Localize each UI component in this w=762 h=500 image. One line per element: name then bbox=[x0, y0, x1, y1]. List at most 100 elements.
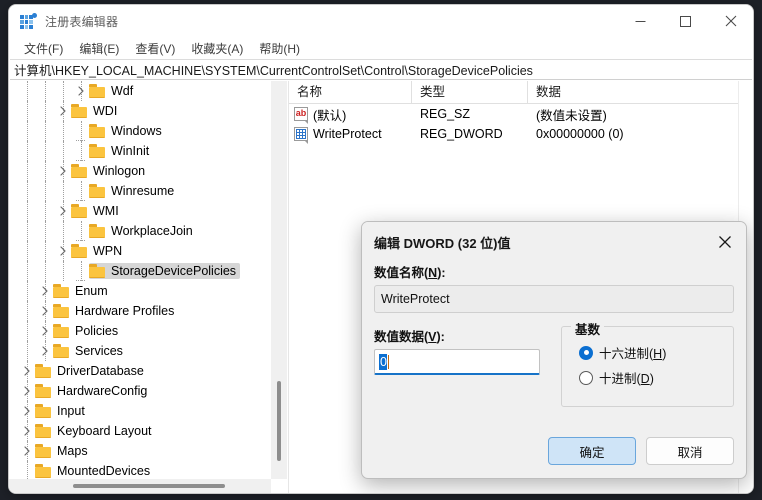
maximize-button[interactable] bbox=[663, 5, 708, 37]
address-bar[interactable]: 计算机\HKEY_LOCAL_MACHINE\SYSTEM\CurrentCon… bbox=[10, 59, 752, 80]
tree-horizontal-scrollbar-thumb[interactable] bbox=[73, 484, 225, 488]
tree-vertical-scrollbar-thumb[interactable] bbox=[277, 381, 281, 461]
value-row[interactable]: WriteProtect REG_DWORD 0x00000000 (0) bbox=[289, 124, 753, 144]
tree-guide-line bbox=[27, 281, 28, 301]
chevron-right-icon[interactable] bbox=[55, 243, 71, 259]
tree-guide-line bbox=[63, 121, 64, 141]
tree-guide-line bbox=[45, 261, 46, 281]
value-name-text: WriteProtect bbox=[381, 292, 450, 306]
tree-vertical-scrollbar[interactable] bbox=[271, 81, 287, 479]
menu-help[interactable]: 帮助(H) bbox=[251, 38, 308, 59]
tree-item-label-wrap[interactable]: Winresume bbox=[89, 183, 178, 199]
value-data-input[interactable]: 0 bbox=[374, 349, 540, 375]
tree-item-label-wrap[interactable]: DriverDatabase bbox=[35, 363, 148, 379]
tree-item-label-wrap[interactable]: WPN bbox=[71, 243, 126, 259]
tree-item-enum[interactable]: Enum bbox=[9, 281, 271, 301]
chevron-right-icon[interactable] bbox=[19, 363, 35, 379]
chevron-right-icon[interactable] bbox=[37, 343, 53, 359]
chevron-right-icon[interactable] bbox=[73, 83, 89, 99]
tree-guide-line bbox=[45, 101, 46, 121]
menu-file[interactable]: 文件(F) bbox=[16, 38, 71, 59]
chevron-right-icon[interactable] bbox=[19, 383, 35, 399]
tree-item-label-wrap[interactable]: MountedDevices bbox=[35, 463, 154, 479]
radio-decimal-label: 十进制(D) bbox=[599, 372, 654, 386]
tree-guide-line bbox=[27, 81, 28, 101]
chevron-right-icon[interactable] bbox=[55, 203, 71, 219]
tree-item-wdf[interactable]: Wdf bbox=[9, 81, 271, 101]
tree-item-winresume[interactable]: Winresume bbox=[9, 181, 271, 201]
folder-icon bbox=[35, 384, 52, 398]
tree-item-hardwareconfig[interactable]: HardwareConfig bbox=[9, 381, 271, 401]
tree-guide-line bbox=[45, 201, 46, 221]
chevron-right-icon[interactable] bbox=[19, 403, 35, 419]
tree-item-label-wrap[interactable]: WMI bbox=[71, 203, 123, 219]
tree-item-label-wrap[interactable]: WDI bbox=[71, 103, 121, 119]
tree-item-keyboard-layout[interactable]: Keyboard Layout bbox=[9, 421, 271, 441]
tree-item-storagedevicepolicies[interactable]: StorageDevicePolicies bbox=[9, 261, 271, 281]
base-radio-group: 基数 十六进制(H) 十进制(D) bbox=[561, 319, 734, 407]
radio-hexadecimal-indicator[interactable] bbox=[579, 345, 593, 360]
value-data-text: 0 bbox=[379, 353, 387, 370]
radio-decimal-indicator[interactable] bbox=[579, 370, 593, 385]
tree-item-label-wrap[interactable]: Hardware Profiles bbox=[53, 303, 178, 319]
tree-item-label-wrap[interactable]: Keyboard Layout bbox=[35, 423, 156, 439]
tree-item-wdi[interactable]: WDI bbox=[9, 101, 271, 121]
tree-item-windows[interactable]: Windows bbox=[9, 121, 271, 141]
tree-guide-line bbox=[45, 161, 46, 181]
chevron-right-icon[interactable] bbox=[37, 283, 53, 299]
tree-item-hardware-profiles[interactable]: Hardware Profiles bbox=[9, 301, 271, 321]
tree-item-maps[interactable]: Maps bbox=[9, 441, 271, 461]
folder-icon bbox=[35, 444, 52, 458]
chevron-right-icon[interactable] bbox=[55, 103, 71, 119]
tree-item-label-wrap[interactable]: WorkplaceJoin bbox=[89, 223, 197, 239]
tree-item-input[interactable]: Input bbox=[9, 401, 271, 421]
tree-item-label-wrap[interactable]: StorageDevicePolicies bbox=[89, 263, 241, 279]
tree-item-label: WPN bbox=[93, 244, 123, 258]
value-type-cell: REG_DWORD bbox=[420, 127, 503, 141]
ok-button[interactable]: 确定 bbox=[548, 437, 636, 465]
dialog-close-icon[interactable] bbox=[704, 222, 746, 262]
chevron-right-icon[interactable] bbox=[19, 423, 35, 439]
tree-item-wmi[interactable]: WMI bbox=[9, 201, 271, 221]
tree-item-label-wrap[interactable]: Winlogon bbox=[71, 163, 149, 179]
tree-guide-line bbox=[45, 121, 46, 141]
column-header-type[interactable]: 类型 bbox=[412, 81, 528, 104]
tree-item-services[interactable]: Services bbox=[9, 341, 271, 361]
tree-item-winlogon[interactable]: Winlogon bbox=[9, 161, 271, 181]
tree-item-label-wrap[interactable]: Services bbox=[53, 343, 127, 359]
cancel-button[interactable]: 取消 bbox=[646, 437, 734, 465]
radio-decimal[interactable]: 十进制(D) bbox=[579, 368, 733, 387]
value-row[interactable]: (默认) REG_SZ (数值未设置) bbox=[289, 104, 753, 124]
column-header-name[interactable]: 名称 bbox=[289, 81, 412, 104]
folder-icon bbox=[71, 244, 88, 258]
tree-item-label-wrap[interactable]: Wdf bbox=[89, 83, 137, 99]
chevron-right-icon[interactable] bbox=[19, 443, 35, 459]
tree-item-label-wrap[interactable]: HardwareConfig bbox=[35, 383, 151, 399]
tree-item-wininit[interactable]: WinInit bbox=[9, 141, 271, 161]
column-header-data[interactable]: 数据 bbox=[528, 81, 753, 104]
tree-item-policies[interactable]: Policies bbox=[9, 321, 271, 341]
menu-favorites[interactable]: 收藏夹(A) bbox=[183, 38, 251, 59]
close-icon[interactable] bbox=[708, 5, 753, 37]
tree-item-label-wrap[interactable]: Input bbox=[35, 403, 89, 419]
tree-item-label-wrap[interactable]: Windows bbox=[89, 123, 166, 139]
radio-hexadecimal[interactable]: 十六进制(H) bbox=[579, 343, 733, 362]
tree-item-label-wrap[interactable]: Policies bbox=[53, 323, 122, 339]
tree-item-workplacejoin[interactable]: WorkplaceJoin bbox=[9, 221, 271, 241]
chevron-right-icon[interactable] bbox=[37, 323, 53, 339]
chevron-right-icon[interactable] bbox=[37, 303, 53, 319]
tree-item-wpn[interactable]: WPN bbox=[9, 241, 271, 261]
folder-icon bbox=[71, 164, 88, 178]
tree-item-label-wrap[interactable]: WinInit bbox=[89, 143, 153, 159]
tree-item-label: HardwareConfig bbox=[57, 384, 148, 398]
chevron-right-icon[interactable] bbox=[55, 163, 71, 179]
tree-horizontal-scrollbar[interactable] bbox=[9, 479, 271, 493]
tree-item-driverdatabase[interactable]: DriverDatabase bbox=[9, 361, 271, 381]
menu-view[interactable]: 查看(V) bbox=[127, 38, 183, 59]
tree-item-label-wrap[interactable]: Enum bbox=[53, 283, 112, 299]
tree-item-mounteddevices[interactable]: MountedDevices bbox=[9, 461, 271, 479]
menu-edit[interactable]: 编辑(E) bbox=[71, 38, 127, 59]
minimize-button[interactable] bbox=[618, 5, 663, 37]
tree-item-label-wrap[interactable]: Maps bbox=[35, 443, 92, 459]
value-name-input[interactable]: WriteProtect bbox=[374, 285, 734, 313]
